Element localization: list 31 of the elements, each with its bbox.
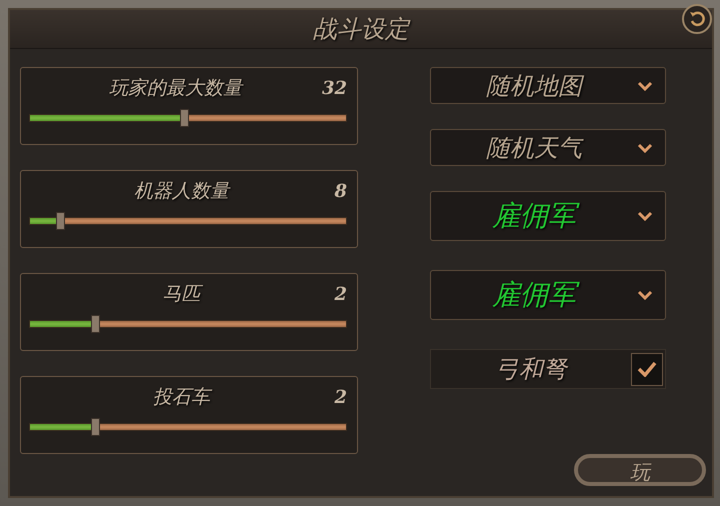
slider-value: 2 (334, 284, 347, 304)
checkbox[interactable] (631, 352, 663, 386)
slider-label: 投石车 (152, 385, 214, 410)
slider-label: 机器人数量 (133, 179, 232, 204)
chevron-down-icon (637, 290, 653, 300)
slider-thumb[interactable] (56, 212, 65, 230)
checkbox-label: 弓和弩 (494, 354, 570, 385)
slider-value: 32 (322, 78, 347, 98)
slider-thumb[interactable] (90, 418, 100, 436)
slider-track[interactable] (29, 114, 347, 122)
chevron-down-icon (637, 80, 653, 90)
reset-button[interactable] (682, 4, 712, 34)
play-button[interactable]: 玩 (574, 454, 706, 486)
slider-thumb[interactable] (180, 109, 189, 127)
slider-value: 8 (334, 180, 347, 202)
slider-label: 玩家的最大数量 (108, 76, 244, 101)
slider-track[interactable] (29, 423, 347, 431)
slider-track[interactable] (29, 320, 347, 328)
slider-label: 马匹 (162, 282, 204, 307)
checkmark-icon (637, 361, 657, 377)
chevron-down-icon (637, 211, 653, 221)
chevron-down-icon (637, 142, 653, 152)
reset-icon (688, 10, 706, 28)
window-title: 战斗设定 (313, 14, 409, 45)
slider-track[interactable] (29, 217, 347, 225)
slider-thumb[interactable] (90, 315, 100, 333)
dropdown[interactable]: 雇佣军 (430, 191, 666, 241)
slider-value: 2 (334, 386, 347, 408)
dropdown[interactable]: 随机天气 (430, 129, 666, 166)
dropdown[interactable]: 随机地图 (430, 67, 666, 104)
dropdown[interactable]: 雇佣军 (430, 270, 666, 320)
